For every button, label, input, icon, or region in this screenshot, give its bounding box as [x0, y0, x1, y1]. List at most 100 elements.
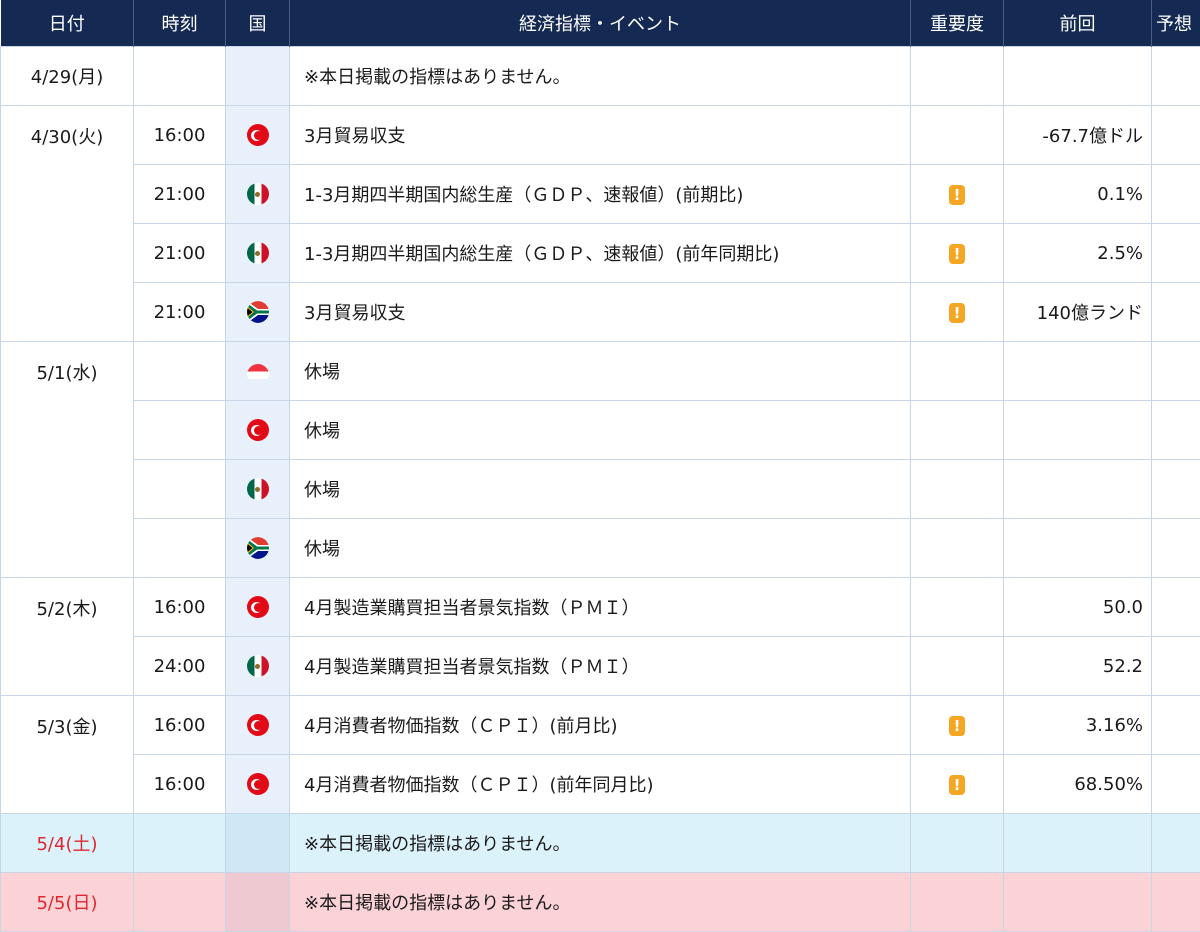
header-previous: 前回 — [1004, 0, 1152, 47]
table-row: 休場 — [1, 519, 1200, 578]
header-time: 時刻 — [134, 0, 226, 47]
country-cell — [226, 342, 290, 401]
important-icon: ! — [949, 303, 965, 323]
forecast-cell — [1152, 814, 1200, 873]
forecast-cell — [1152, 47, 1200, 106]
forecast-cell — [1152, 401, 1200, 460]
table-row: 5/1(水) 休場 — [1, 342, 1200, 401]
importance-cell — [911, 578, 1004, 637]
previous-cell: 52.2 — [1004, 637, 1152, 696]
south-africa-flag-icon — [247, 537, 269, 559]
event-cell: ※本日掲載の指標はありません。 — [290, 873, 911, 932]
event-link[interactable]: 4月製造業購買担当者景気指数（ＰＭＩ） — [290, 637, 911, 696]
important-icon: ! — [949, 775, 965, 795]
importance-cell: ! — [911, 755, 1004, 814]
forecast-cell — [1152, 106, 1200, 165]
time-cell: 21:00 — [134, 224, 226, 283]
forecast-cell — [1152, 460, 1200, 519]
importance-cell — [911, 873, 1004, 932]
country-cell — [226, 637, 290, 696]
forecast-cell — [1152, 873, 1200, 932]
event-link[interactable]: 4月消費者物価指数（ＣＰＩ）(前月比) — [290, 696, 911, 755]
country-cell — [226, 696, 290, 755]
event-link[interactable]: 1-3月期四半期国内総生産（ＧＤＰ、速報値）(前期比) — [290, 165, 911, 224]
previous-cell: 68.50% — [1004, 755, 1152, 814]
time-cell: 21:00 — [134, 283, 226, 342]
economic-calendar-table: 日付 時刻 国 経済指標・イベント 重要度 前回 予想 4/29(月) ※本日掲… — [0, 0, 1200, 932]
country-cell — [226, 165, 290, 224]
previous-cell — [1004, 873, 1152, 932]
header-country: 国 — [226, 0, 290, 47]
forecast-cell — [1152, 342, 1200, 401]
table-body: 4/29(月) ※本日掲載の指標はありません。 4/30(火) 16:00 3月… — [1, 47, 1200, 932]
date-cell: 5/2(木) — [1, 578, 134, 696]
event-cell: ※本日掲載の指標はありません。 — [290, 47, 911, 106]
country-cell — [226, 814, 290, 873]
country-cell — [226, 401, 290, 460]
forecast-cell — [1152, 578, 1200, 637]
previous-cell — [1004, 47, 1152, 106]
country-cell — [226, 519, 290, 578]
forecast-cell — [1152, 696, 1200, 755]
table-row: 16:00 4月消費者物価指数（ＣＰＩ）(前年同月比) ! 68.50% — [1, 755, 1200, 814]
header-forecast: 予想 — [1152, 0, 1200, 47]
event-link[interactable]: 3月貿易収支 — [290, 106, 911, 165]
importance-cell — [911, 106, 1004, 165]
turkey-flag-icon — [247, 419, 269, 441]
importance-cell — [911, 637, 1004, 696]
time-cell — [134, 47, 226, 106]
header-date: 日付 — [1, 0, 134, 47]
time-cell: 16:00 — [134, 578, 226, 637]
previous-cell: 0.1% — [1004, 165, 1152, 224]
important-icon: ! — [949, 716, 965, 736]
previous-cell: 140億ランド — [1004, 283, 1152, 342]
header-event: 経済指標・イベント — [290, 0, 911, 47]
event-cell: 休場 — [290, 460, 911, 519]
time-cell: 16:00 — [134, 696, 226, 755]
date-cell: 5/1(水) — [1, 342, 134, 578]
table-row: 5/2(木) 16:00 4月製造業購買担当者景気指数（ＰＭＩ） 50.0 — [1, 578, 1200, 637]
importance-cell — [911, 460, 1004, 519]
country-cell — [226, 578, 290, 637]
time-cell — [134, 460, 226, 519]
event-cell: 休場 — [290, 519, 911, 578]
event-link[interactable]: 3月貿易収支 — [290, 283, 911, 342]
table-row: 21:00 1-3月期四半期国内総生産（ＧＤＰ、速報値）(前年同期比) ! 2.… — [1, 224, 1200, 283]
forecast-cell — [1152, 165, 1200, 224]
turkey-flag-icon — [247, 124, 269, 146]
importance-cell — [911, 519, 1004, 578]
previous-cell: -67.7億ドル — [1004, 106, 1152, 165]
turkey-flag-icon — [247, 596, 269, 618]
importance-cell — [911, 342, 1004, 401]
previous-cell: 2.5% — [1004, 224, 1152, 283]
mexico-flag-icon — [247, 242, 269, 264]
time-cell — [134, 873, 226, 932]
date-cell: 4/29(月) — [1, 47, 134, 106]
previous-cell — [1004, 401, 1152, 460]
mexico-flag-icon — [247, 183, 269, 205]
time-cell: 24:00 — [134, 637, 226, 696]
south-africa-flag-icon — [247, 301, 269, 323]
table-row: 4/30(火) 16:00 3月貿易収支 -67.7億ドル — [1, 106, 1200, 165]
event-link[interactable]: 4月消費者物価指数（ＣＰＩ）(前年同月比) — [290, 755, 911, 814]
importance-cell: ! — [911, 165, 1004, 224]
previous-cell — [1004, 814, 1152, 873]
previous-cell — [1004, 519, 1152, 578]
important-icon: ! — [949, 244, 965, 264]
event-link[interactable]: 1-3月期四半期国内総生産（ＧＤＰ、速報値）(前年同期比) — [290, 224, 911, 283]
event-cell: 休場 — [290, 342, 911, 401]
forecast-cell — [1152, 283, 1200, 342]
turkey-flag-icon — [247, 773, 269, 795]
table-row: 21:00 3月貿易収支 ! 140億ランド — [1, 283, 1200, 342]
time-cell — [134, 519, 226, 578]
country-cell — [226, 47, 290, 106]
country-cell — [226, 224, 290, 283]
table-row: 24:00 4月製造業購買担当者景気指数（ＰＭＩ） 52.2 — [1, 637, 1200, 696]
previous-cell — [1004, 342, 1152, 401]
table-row: 21:00 1-3月期四半期国内総生産（ＧＤＰ、速報値）(前期比) ! 0.1% — [1, 165, 1200, 224]
table-row: 4/29(月) ※本日掲載の指標はありません。 — [1, 47, 1200, 106]
event-link[interactable]: 4月製造業購買担当者景気指数（ＰＭＩ） — [290, 578, 911, 637]
date-cell: 5/5(日) — [1, 873, 134, 932]
forecast-cell — [1152, 637, 1200, 696]
time-cell: 21:00 — [134, 165, 226, 224]
